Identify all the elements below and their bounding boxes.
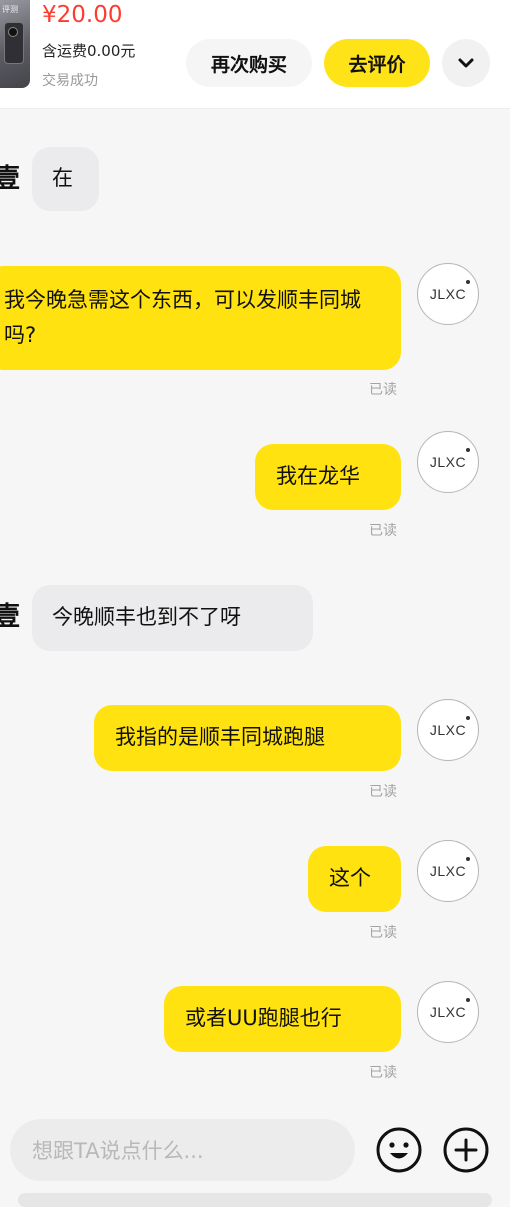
read-receipt: 已读	[369, 523, 397, 539]
my-avatar[interactable]: JLXC	[417, 263, 479, 325]
add-attachment-button[interactable]	[443, 1127, 489, 1173]
shipping-fee: 含运费0.00元	[42, 42, 136, 60]
read-receipt: 已读	[369, 784, 397, 800]
message-bubble[interactable]: 我在龙华	[255, 444, 401, 510]
bottom-panel-edge	[18, 1193, 492, 1207]
chevron-down-icon	[458, 58, 474, 68]
my-avatar[interactable]: JLXC	[417, 699, 479, 761]
avatar-dot	[466, 448, 470, 452]
avatar-text: JLXC	[429, 454, 467, 470]
avatar-text: JLXC	[429, 1004, 467, 1020]
emoji-icon	[376, 1127, 422, 1173]
order-header: 评测 ¥20.00 含运费0.00元 交易成功 再次购买 去评价	[0, 0, 510, 109]
my-avatar[interactable]: JLXC	[417, 981, 479, 1043]
message-bubble[interactable]: 这个	[308, 846, 401, 912]
message-bubble[interactable]: 在	[32, 147, 99, 211]
thumbnail-label: 评测	[2, 5, 18, 14]
emoji-button[interactable]	[376, 1127, 422, 1173]
write-review-button[interactable]: 去评价	[324, 39, 430, 87]
read-receipt: 已读	[369, 1065, 397, 1081]
avatar-dot	[466, 280, 470, 284]
plus-icon	[443, 1127, 489, 1173]
my-avatar[interactable]: JLXC	[417, 840, 479, 902]
peer-name: 壹	[0, 164, 21, 194]
phone-image	[4, 22, 24, 64]
message-bubble[interactable]: 我指的是顺丰同城跑腿	[94, 705, 401, 771]
avatar-text: JLXC	[429, 286, 467, 302]
message-bubble[interactable]: 或者UU跑腿也行	[164, 986, 401, 1052]
peer-name: 壹	[0, 602, 21, 632]
message-input[interactable]: 想跟TA说点什么...	[10, 1119, 355, 1181]
camera-lens	[8, 27, 18, 37]
message-bubble[interactable]: 我今晚急需这个东西，可以发顺丰同城吗?	[0, 266, 401, 370]
avatar-dot	[466, 857, 470, 861]
expand-more-button[interactable]	[442, 39, 490, 87]
message-input-bar: 想跟TA说点什么...	[0, 1102, 510, 1200]
order-price: ¥20.00	[42, 2, 123, 28]
avatar-text: JLXC	[429, 722, 467, 738]
message-bubble[interactable]: 今晚顺丰也到不了呀	[32, 585, 313, 651]
order-status: 交易成功	[42, 73, 98, 89]
avatar-dot	[466, 716, 470, 720]
my-avatar[interactable]: JLXC	[417, 431, 479, 493]
read-receipt: 已读	[369, 925, 397, 941]
read-receipt: 已读	[369, 382, 397, 398]
avatar-text: JLXC	[429, 863, 467, 879]
avatar-dot	[466, 998, 470, 1002]
buy-again-button[interactable]: 再次购买	[186, 39, 312, 87]
product-thumbnail[interactable]: 评测	[0, 0, 30, 88]
